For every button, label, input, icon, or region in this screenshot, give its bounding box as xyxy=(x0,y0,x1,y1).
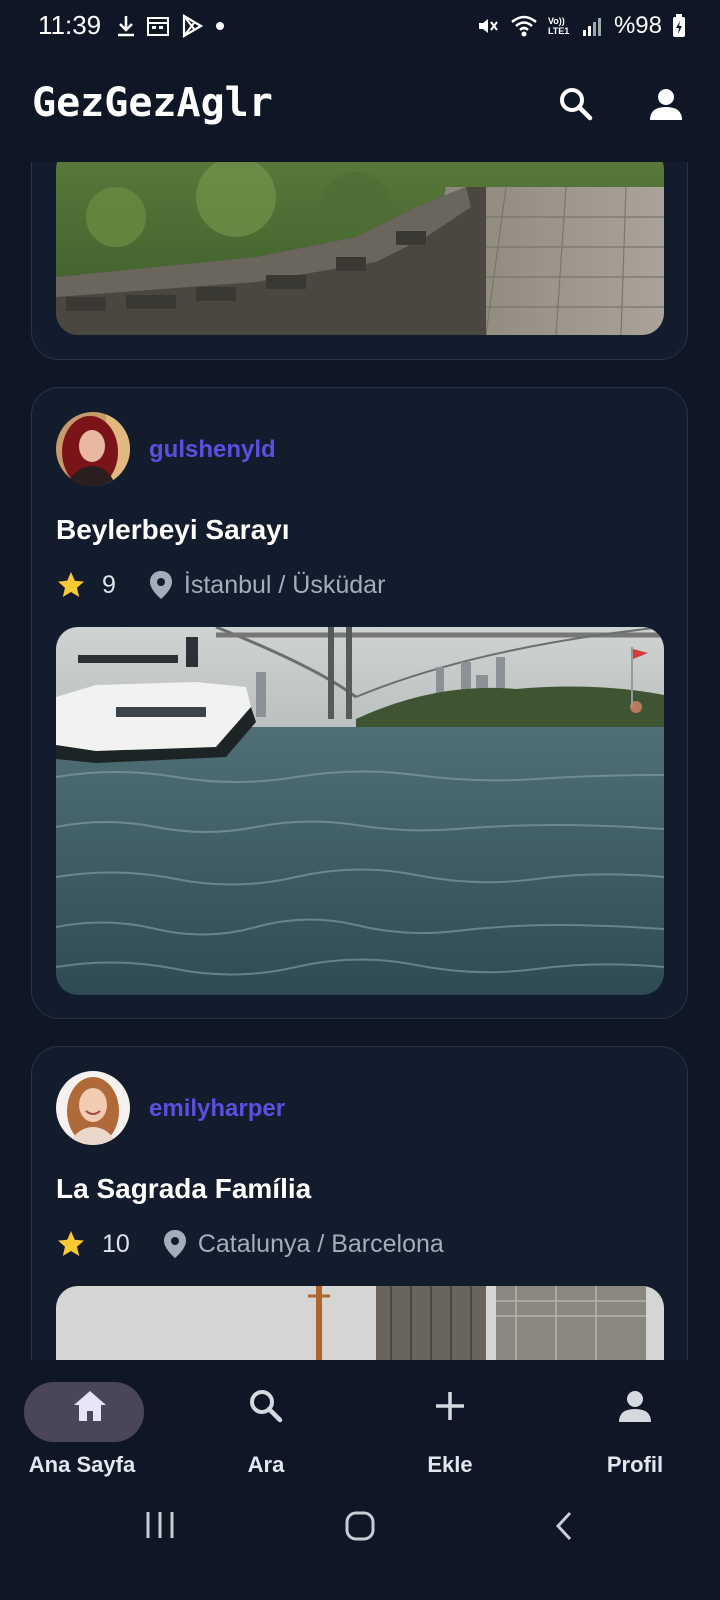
username-link[interactable]: emilyharper xyxy=(149,1095,285,1123)
system-navigation-bar xyxy=(0,1480,720,1600)
nav-label-home: Ana Sayfa xyxy=(28,1452,136,1477)
star-icon xyxy=(58,572,84,597)
location-text: Catalunya / Barcelona xyxy=(197,1229,444,1258)
avatar-image xyxy=(56,412,130,486)
avatar-image xyxy=(56,1071,130,1145)
place-title[interactable]: La Sagrada Família xyxy=(56,1173,311,1205)
nav-item-profile[interactable]: Profil xyxy=(545,1360,720,1480)
calendar-icon xyxy=(147,17,169,36)
location-pin-icon xyxy=(163,1230,186,1258)
dot-icon xyxy=(216,22,224,30)
post-photo[interactable] xyxy=(56,627,664,995)
search-icon xyxy=(176,1388,356,1424)
network-label: Vo)) LTE1 xyxy=(547,16,570,36)
person-icon xyxy=(650,89,682,120)
nav-label-profile: Profil xyxy=(606,1452,664,1477)
wifi-icon xyxy=(511,15,537,37)
post-card[interactable] xyxy=(31,162,688,360)
sagrada-familia-image xyxy=(56,1286,664,1360)
battery-percent: %98 xyxy=(613,12,662,39)
recent-apps-button[interactable] xyxy=(144,1510,176,1545)
location-text: İstanbul / Üsküdar xyxy=(183,570,386,599)
search-icon xyxy=(560,88,593,121)
download-icon xyxy=(118,16,134,37)
notification-icons xyxy=(116,14,226,38)
home-system-button[interactable] xyxy=(344,1510,376,1547)
avatar[interactable] xyxy=(56,1071,130,1145)
nav-item-add[interactable]: Ekle xyxy=(360,1360,540,1480)
nav-item-search[interactable]: Ara xyxy=(176,1360,356,1480)
back-button[interactable] xyxy=(552,1510,576,1547)
post-feed[interactable]: gulshenyld Beylerbeyi Sarayı 9 İstanbul … xyxy=(0,162,720,1360)
app-bar: GezGezAglr xyxy=(0,62,720,162)
app-title: GezGezAglr xyxy=(32,80,273,126)
home-circle-icon xyxy=(345,1511,375,1541)
signal-icon xyxy=(582,18,601,36)
post-photo[interactable] xyxy=(56,1286,664,1360)
post-card[interactable]: emilyharper La Sagrada Família 10 Catalu… xyxy=(31,1046,688,1360)
bosphorus-image xyxy=(56,627,664,995)
post-photo[interactable] xyxy=(56,162,664,335)
nav-label-add: Ekle xyxy=(427,1452,473,1477)
nav-label-search: Ara xyxy=(247,1452,285,1477)
play-store-icon xyxy=(182,14,204,38)
mute-icon xyxy=(478,19,498,33)
place-title[interactable]: Beylerbeyi Sarayı xyxy=(56,514,290,546)
post-meta: 10 Catalunya / Barcelona xyxy=(56,1229,444,1259)
profile-button[interactable] xyxy=(644,82,688,126)
rating-value: 10 xyxy=(102,1229,130,1258)
home-icon xyxy=(0,1388,180,1424)
post-meta: 9 İstanbul / Üsküdar xyxy=(56,570,385,600)
plus-icon xyxy=(360,1388,540,1424)
star-icon xyxy=(58,1231,84,1256)
great-wall-image xyxy=(56,162,664,335)
system-status-icons: Vo)) LTE1 %98 xyxy=(476,12,686,40)
rating-value: 9 xyxy=(102,570,116,599)
battery-icon xyxy=(673,14,685,37)
search-button[interactable] xyxy=(554,82,598,126)
status-bar: 11:39 Vo)) LTE1 %98 xyxy=(0,0,720,54)
avatar[interactable] xyxy=(56,412,130,486)
username-link[interactable]: gulshenyld xyxy=(149,436,276,464)
location-pin-icon xyxy=(149,571,172,599)
nav-item-home[interactable]: Ana Sayfa xyxy=(0,1360,180,1480)
back-chevron-icon xyxy=(555,1511,572,1541)
status-time: 11:39 xyxy=(38,10,102,40)
post-card[interactable]: gulshenyld Beylerbeyi Sarayı 9 İstanbul … xyxy=(31,387,688,1019)
recent-apps-icon xyxy=(146,1512,174,1538)
person-icon xyxy=(545,1388,720,1424)
bottom-navigation: Ana Sayfa Ara Ekle Profil xyxy=(0,1360,720,1480)
